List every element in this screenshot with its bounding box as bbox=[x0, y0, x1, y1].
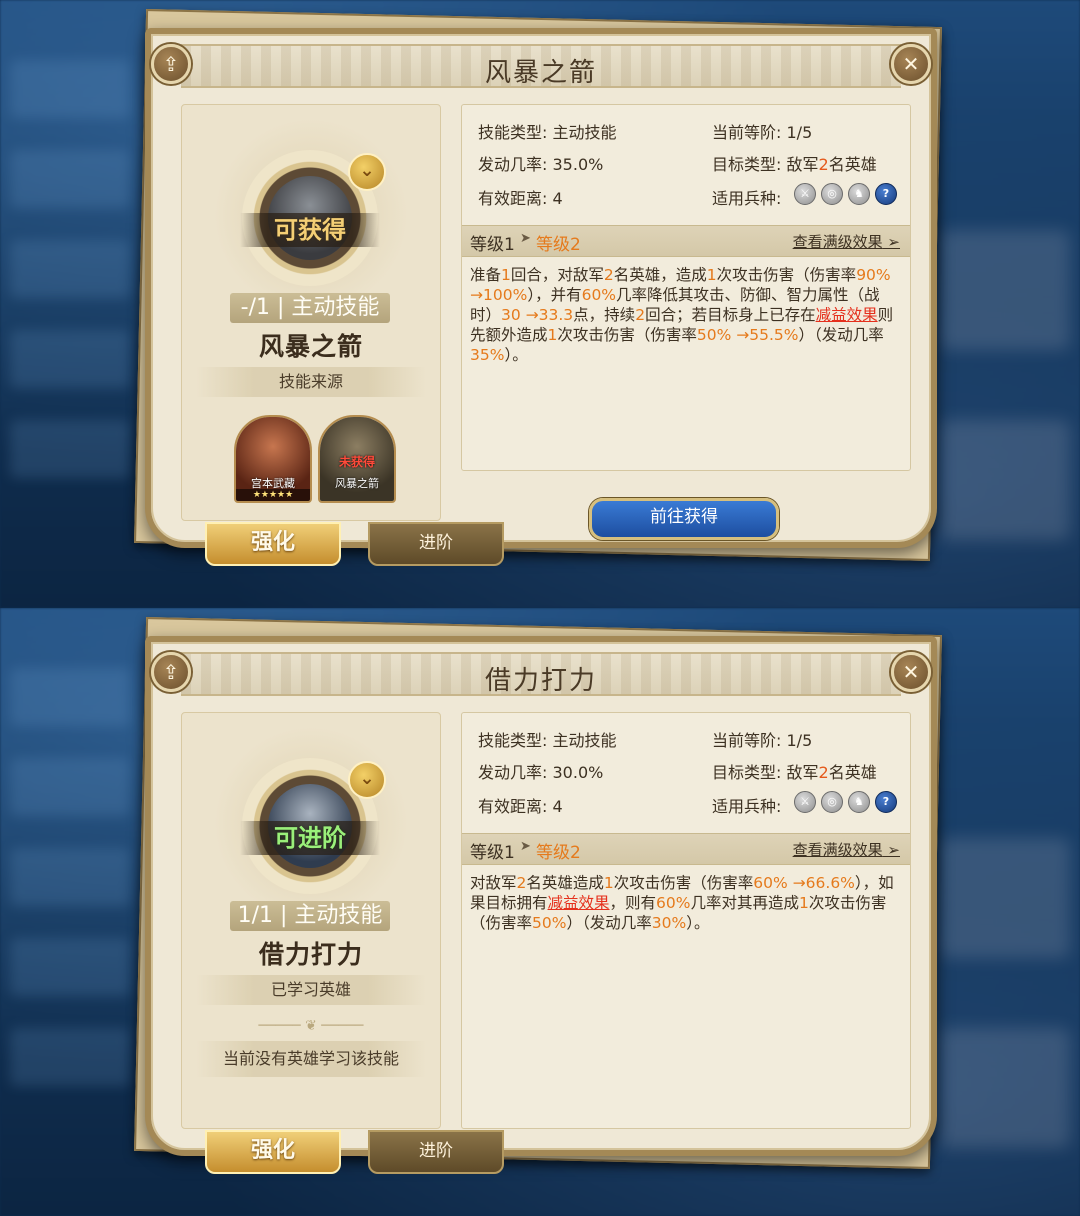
dialog-title: 风暴之箭 bbox=[484, 58, 597, 88]
skill-name: 借力打力 bbox=[258, 940, 363, 969]
close-icon[interactable]: ✕ bbox=[891, 44, 931, 84]
current-level: 等级1 bbox=[470, 235, 515, 255]
bow-icon: ◎ bbox=[821, 791, 843, 813]
learned-heroes-label: 已学习英雄 bbox=[196, 975, 426, 1005]
hero-card[interactable]: 未获得 风暴之箭 bbox=[318, 415, 396, 503]
skill-description: 准备1回合，对敌军2名英雄，造成1次攻击伤害（伤害率90% →100%），并有6… bbox=[470, 266, 894, 364]
next-level: 等级2 bbox=[536, 843, 581, 863]
no-hero-message: 当前没有英雄学习该技能 bbox=[196, 1041, 426, 1077]
troop-icons: ⚔ ◎ ♞ ? bbox=[794, 791, 897, 813]
stat-type: 技能类型: 主动技能 bbox=[478, 123, 617, 142]
skill-details: 技能类型: 主动技能 当前等阶: 1/5 发动几率: 30.0% 目标类型: 敌… bbox=[461, 712, 911, 1129]
skill-panel-1: 风暴之箭 ⇪ ✕ 可获得 ⌄ -/1 | 主动技能 风暴之箭 技能来源 宫本武藏… bbox=[0, 0, 1080, 608]
skill-dialog: 风暴之箭 ⇪ ✕ 可获得 ⌄ -/1 | 主动技能 风暴之箭 技能来源 宫本武藏… bbox=[145, 28, 937, 548]
tab-advance[interactable]: 进阶 bbox=[368, 522, 504, 566]
skill-state-label: 可获得 bbox=[240, 213, 380, 247]
current-level: 等级1 bbox=[470, 843, 515, 863]
title-bar: 风暴之箭 bbox=[181, 44, 901, 88]
close-icon[interactable]: ✕ bbox=[891, 652, 931, 692]
stat-troops: 适用兵种: bbox=[712, 189, 782, 208]
stat-rank: 当前等阶: 1/5 bbox=[712, 123, 813, 142]
go-obtain-button[interactable]: 前往获得 bbox=[589, 498, 779, 540]
share-icon[interactable]: ⇪ bbox=[151, 44, 191, 84]
stat-target: 目标类型: 敌军2名英雄 bbox=[712, 155, 877, 174]
troop-icons: ⚔ ◎ ♞ ? bbox=[794, 183, 897, 205]
sword-icon: ⚔ bbox=[794, 791, 816, 813]
arrow-right-icon: ➤ bbox=[520, 231, 531, 246]
stat-range: 有效距离: 4 bbox=[478, 189, 563, 208]
skill-details: 技能类型: 主动技能 当前等阶: 1/5 发动几率: 35.0% 目标类型: 敌… bbox=[461, 104, 911, 471]
sword-icon: ⚔ bbox=[794, 183, 816, 205]
hero-card[interactable]: 宫本武藏 ★★★★★ bbox=[234, 415, 312, 503]
skill-name: 风暴之箭 bbox=[258, 332, 363, 361]
dialog-title: 借力打力 bbox=[484, 666, 597, 696]
tab-advance[interactable]: 进阶 bbox=[368, 1130, 504, 1174]
help-icon[interactable]: ? bbox=[875, 791, 897, 813]
stat-target: 目标类型: 敌军2名英雄 bbox=[712, 763, 877, 782]
level-tag: -/1 | 主动技能 bbox=[230, 293, 390, 323]
hero-stars: ★★★★★ bbox=[236, 489, 310, 501]
stat-range: 有效距离: 4 bbox=[478, 797, 563, 816]
level-tag: 1/1 | 主动技能 bbox=[230, 901, 390, 931]
tab-enhance[interactable]: 强化 bbox=[205, 1130, 341, 1174]
next-level: 等级2 bbox=[536, 235, 581, 255]
bow-icon: ◎ bbox=[821, 183, 843, 205]
stat-troops: 适用兵种: bbox=[712, 797, 782, 816]
stat-rate: 发动几率: 30.0% bbox=[478, 763, 604, 782]
skill-description: 对敌军2名英雄造成1次攻击伤害（伤害率60% →66.6%），如果目标拥有减益效… bbox=[470, 874, 894, 932]
not-obtained-label: 未获得 bbox=[338, 455, 375, 469]
arrow-right-icon: ➤ bbox=[520, 839, 531, 854]
skill-state-label: 可进阶 bbox=[240, 821, 380, 855]
title-bar: 借力打力 bbox=[181, 652, 901, 696]
chevron-down-icon[interactable]: ⌄ bbox=[348, 153, 386, 191]
skill-summary: 可获得 ⌄ -/1 | 主动技能 风暴之箭 技能来源 宫本武藏 ★★★★★ 未获… bbox=[181, 104, 441, 521]
stat-rate: 发动几率: 35.0% bbox=[478, 155, 604, 174]
stat-rank: 当前等阶: 1/5 bbox=[712, 731, 813, 750]
skill-summary: 可进阶 ⌄ 1/1 | 主动技能 借力打力 已学习英雄 ───── ❦ ────… bbox=[181, 712, 441, 1129]
horse-icon: ♞ bbox=[848, 791, 870, 813]
share-icon[interactable]: ⇪ bbox=[151, 652, 191, 692]
skill-dialog: 借力打力 ⇪ ✕ 可进阶 ⌄ 1/1 | 主动技能 借力打力 已学习英雄 ───… bbox=[145, 636, 937, 1156]
level-compare-bar: 等级1 ➤ 等级2 查看满级效果 ➢ bbox=[462, 833, 910, 865]
skill-source-label: 技能来源 bbox=[196, 367, 426, 397]
ornament-divider: ───── ❦ ───── bbox=[258, 1018, 364, 1034]
help-icon[interactable]: ? bbox=[875, 183, 897, 205]
skill-panel-2: 借力打力 ⇪ ✕ 可进阶 ⌄ 1/1 | 主动技能 借力打力 已学习英雄 ───… bbox=[0, 608, 1080, 1216]
view-max-effect-link[interactable]: 查看满级效果 ➢ bbox=[793, 839, 900, 860]
stat-type: 技能类型: 主动技能 bbox=[478, 731, 617, 750]
tab-enhance[interactable]: 强化 bbox=[205, 522, 341, 566]
horse-icon: ♞ bbox=[848, 183, 870, 205]
view-max-effect-link[interactable]: 查看满级效果 ➢ bbox=[793, 231, 900, 252]
debuff-keyword: 减益效果 bbox=[547, 894, 610, 912]
debuff-keyword: 减益效果 bbox=[815, 306, 878, 324]
level-compare-bar: 等级1 ➤ 等级2 查看满级效果 ➢ bbox=[462, 225, 910, 257]
chevron-down-icon[interactable]: ⌄ bbox=[348, 761, 386, 799]
hero-name: 风暴之箭 bbox=[335, 477, 379, 490]
